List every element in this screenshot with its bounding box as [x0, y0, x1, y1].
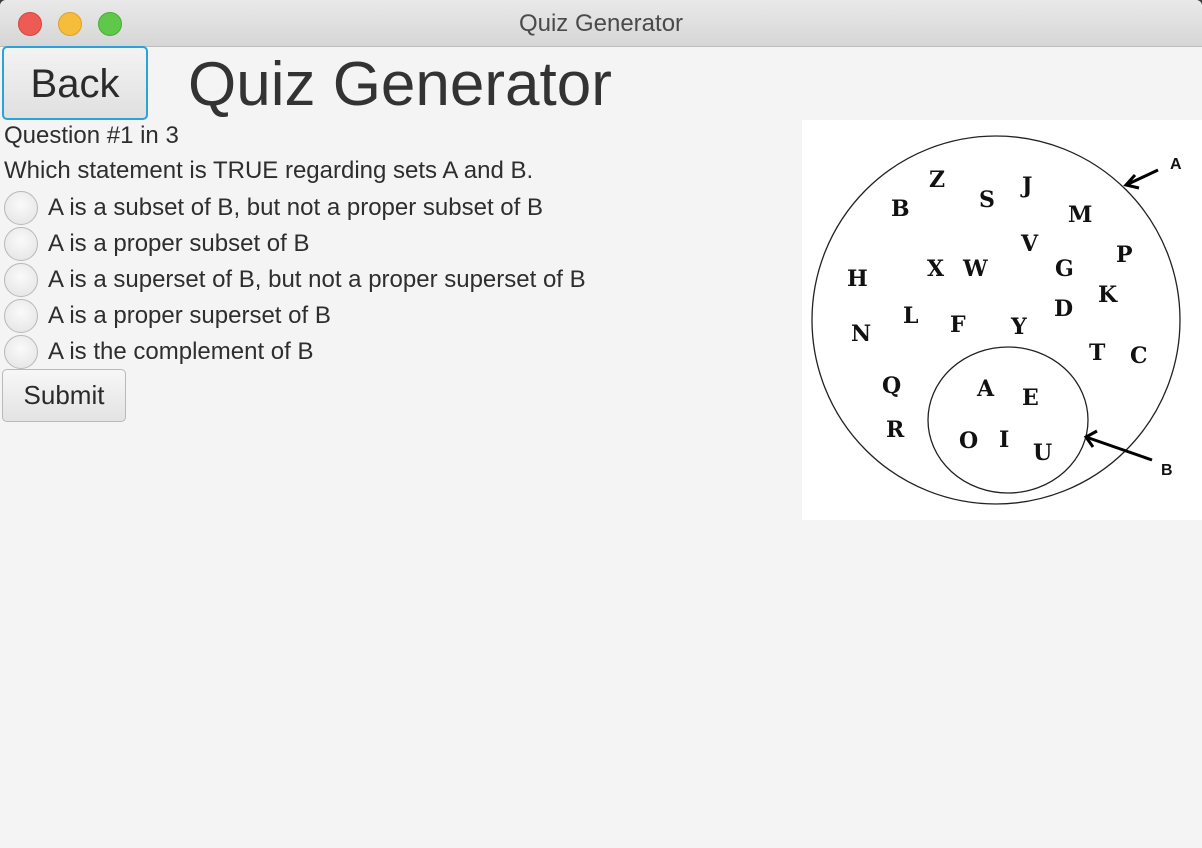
answer-option-label[interactable]: A is the complement of B	[48, 337, 313, 367]
answer-option-label[interactable]: A is a proper subset of B	[48, 229, 309, 259]
venn-diagram-svg: A B Z S J B M V P H X W G K D L F Y N T	[811, 135, 1182, 505]
letter-w: W	[962, 256, 988, 282]
answer-option[interactable]: A is a proper subset of B	[2, 225, 722, 261]
answer-option-label[interactable]: A is a superset of B, but not a proper s…	[48, 265, 586, 295]
letter-a: A	[976, 376, 995, 402]
answer-option[interactable]: A is a superset of B, but not a proper s…	[2, 261, 722, 297]
letter-r: R	[886, 417, 905, 443]
answer-option[interactable]: A is a subset of B, but not a proper sub…	[2, 189, 722, 225]
app-window: Quiz Generator Back Quiz Generator Quest…	[0, 0, 1202, 848]
letter-x: X	[927, 256, 945, 282]
radio-button[interactable]	[4, 227, 38, 261]
radio-button[interactable]	[4, 335, 38, 369]
letter-q: Q	[882, 373, 901, 399]
letter-i: I	[999, 427, 1009, 453]
window-title: Quiz Generator	[518, 10, 684, 37]
letter-p: P	[1116, 242, 1133, 268]
answer-option-label[interactable]: A is a proper superset of B	[48, 301, 331, 331]
letter-o: O	[959, 428, 978, 454]
letter-h: H	[847, 266, 868, 292]
submit-button[interactable]: Submit	[2, 369, 126, 422]
letter-f: F	[950, 312, 966, 338]
letter-u: U	[1033, 440, 1052, 466]
venn-diagram-image: A B Z S J B M V P H X W G K D L F Y N T	[802, 120, 1202, 520]
radio-button[interactable]	[4, 299, 38, 333]
letter-n: N	[851, 321, 871, 347]
letter-c: C	[1130, 343, 1148, 369]
letter-l: L	[903, 303, 918, 329]
letter-b: B	[891, 196, 910, 222]
page-title: Quiz Generator	[188, 50, 612, 119]
question-text: Which statement is TRUE regarding sets A…	[4, 157, 534, 184]
set-b-circle	[927, 346, 1089, 494]
radio-button[interactable]	[4, 263, 38, 297]
answer-option[interactable]: A is a proper superset of B	[2, 297, 722, 333]
radio-button[interactable]	[4, 191, 38, 225]
letter-y: Y	[1010, 314, 1027, 340]
letter-g: G	[1055, 256, 1074, 282]
answer-option[interactable]: A is the complement of B	[2, 333, 722, 369]
letter-t: T	[1089, 340, 1106, 366]
letter-m: M	[1068, 202, 1092, 228]
back-button[interactable]: Back	[2, 46, 148, 120]
letter-j: J	[1020, 173, 1032, 199]
letter-e: E	[1022, 385, 1039, 411]
letter-v: V	[1020, 231, 1039, 257]
letter-s: S	[979, 187, 995, 213]
letter-z: Z	[929, 167, 945, 193]
answer-option-label[interactable]: A is a subset of B, but not a proper sub…	[48, 193, 543, 223]
set-a-label: A	[1170, 156, 1182, 173]
set-a-circle	[811, 135, 1181, 505]
set-b-label: B	[1161, 462, 1173, 479]
letter-d: D	[1054, 296, 1073, 322]
question-number: Question #1 in 3	[4, 122, 179, 149]
letter-k: K	[1098, 282, 1118, 308]
title-bar: Quiz Generator	[0, 0, 1202, 47]
